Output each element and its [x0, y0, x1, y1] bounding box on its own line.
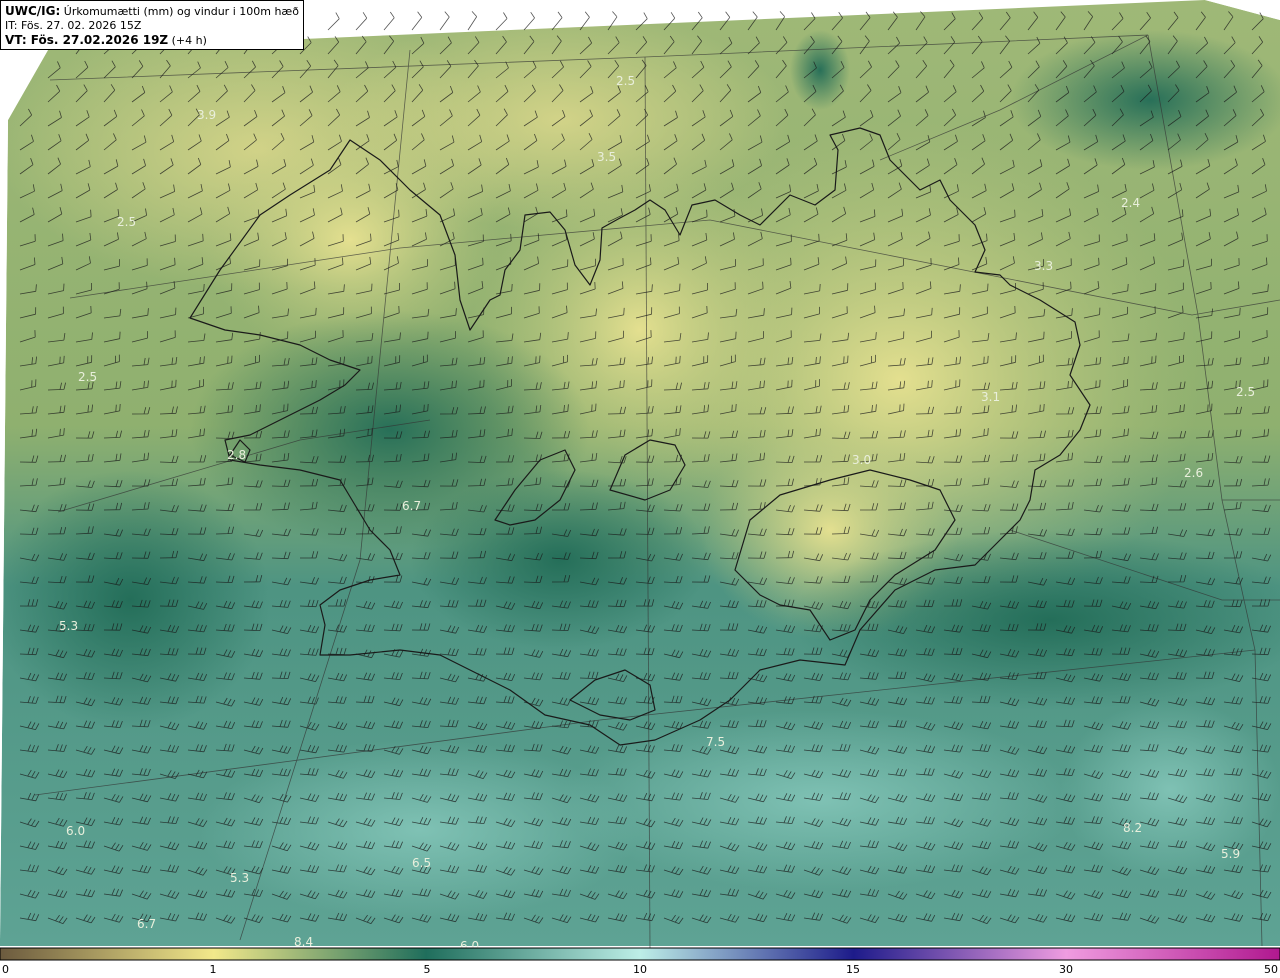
value-label: 6.7: [137, 917, 156, 931]
valid-time: VT: Fös. 27.02.2026 19Z: [5, 33, 169, 47]
value-label: 3.0: [852, 453, 871, 467]
colorbar-ticks: 0 1 5 10 15 30 50: [0, 960, 1280, 978]
precipitation-field: [0, 0, 1280, 946]
value-label: 2.5: [616, 74, 635, 88]
value-label: 3.5: [597, 150, 616, 164]
map-canvas: 2.5 3.9 3.5 2.4 3.3 2.5 2.5 3.1 2.5 2.8 …: [0, 0, 1280, 961]
map-title: Úrkomumætti (mm) og vindur i 100m hæð: [63, 5, 299, 18]
colorbar-tick: 5: [423, 963, 431, 976]
value-label: 2.8: [227, 448, 246, 462]
value-label: 2.5: [1236, 385, 1255, 399]
value-label: 2.5: [78, 370, 97, 384]
model-name: UWC/IG:: [5, 4, 61, 18]
value-label: 3.3: [1034, 259, 1053, 273]
valid-offset: (+4 h): [171, 34, 207, 47]
value-label: 2.4: [1121, 196, 1140, 210]
value-label: 3.1: [981, 390, 1000, 404]
value-label: 5.3: [230, 871, 249, 885]
value-label: 8.2: [1123, 821, 1142, 835]
initial-time: IT: Fös. 27. 02. 2026 15Z: [5, 19, 142, 32]
value-label: 5.9: [1221, 847, 1240, 861]
colorbar-tick: 1: [209, 963, 217, 976]
colorbar-tick: 30: [1059, 963, 1073, 976]
value-label: 2.5: [117, 215, 136, 229]
value-label: 6.0: [66, 824, 85, 838]
map-header: UWC/IG: Úrkomumætti (mm) og vindur i 100…: [0, 0, 304, 50]
colorbar: [0, 947, 1280, 961]
colorbar-tick: 15: [846, 963, 860, 976]
value-label: 8.4: [294, 935, 313, 949]
value-label: 6.7: [402, 499, 421, 513]
value-label: 7.5: [706, 735, 725, 749]
map-stage: 2.5 3.9 3.5 2.4 3.3 2.5 2.5 3.1 2.5 2.8 …: [0, 0, 1280, 978]
colorbar-tick: 10: [633, 963, 647, 976]
value-label: 3.9: [197, 108, 216, 122]
value-label: 5.3: [59, 619, 78, 633]
colorbar-tick: 50: [1264, 963, 1278, 976]
value-label: 2.6: [1184, 466, 1203, 480]
value-label: 6.5: [412, 856, 431, 870]
colorbar-tick: 0: [2, 963, 9, 976]
